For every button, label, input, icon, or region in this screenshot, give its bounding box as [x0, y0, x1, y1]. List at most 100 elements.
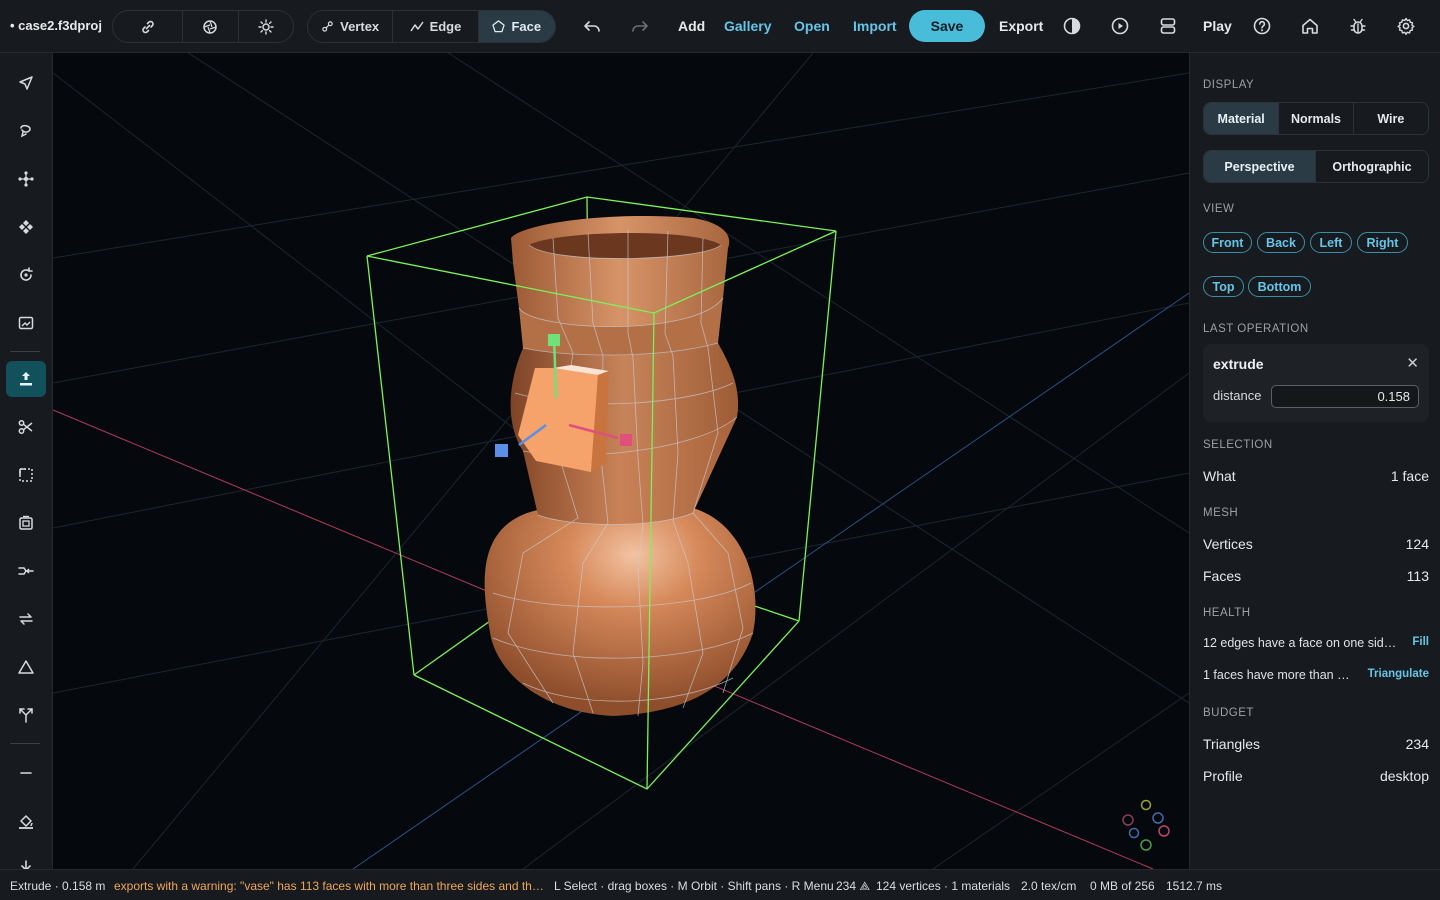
tool-uv[interactable]: [6, 305, 46, 341]
redo-button[interactable]: [629, 15, 651, 37]
display-wire[interactable]: Wire: [1354, 103, 1428, 134]
tool-rotate[interactable]: [6, 257, 46, 293]
status-warning[interactable]: exports with a warning: "vase" has 113 f…: [114, 879, 544, 893]
minus-icon: [20, 772, 32, 774]
tool-extrude[interactable]: [6, 361, 46, 397]
faces-value: 113: [1406, 568, 1429, 584]
tool-scale[interactable]: [6, 209, 46, 245]
link-tool-button[interactable]: [113, 11, 184, 42]
mesh-heading: MESH: [1203, 507, 1239, 519]
swap-icon: [19, 613, 33, 625]
open-button[interactable]: Open: [794, 18, 830, 34]
inset-icon: [19, 468, 33, 482]
paint-bucket-icon: [19, 815, 33, 829]
export-button[interactable]: Export: [999, 18, 1043, 34]
view-right[interactable]: Right: [1357, 232, 1408, 253]
selection-heading: SELECTION: [1203, 439, 1273, 451]
mode-vertex[interactable]: Vertex: [308, 11, 394, 42]
download-icon: [21, 860, 31, 869]
view-top[interactable]: Top: [1203, 276, 1244, 297]
display-material[interactable]: Material: [1204, 103, 1280, 134]
settings-button[interactable]: [1395, 15, 1417, 37]
play-button[interactable]: Play: [1203, 18, 1232, 34]
import-button[interactable]: Import: [853, 18, 897, 34]
health-message: 12 edges have a face on one side only: [1203, 636, 1398, 650]
tool-inset[interactable]: [6, 457, 46, 493]
last-operation-heading: LAST OPERATION: [1203, 323, 1309, 335]
view-front[interactable]: Front: [1203, 232, 1252, 253]
status-triangles: 234 ⟁: [836, 879, 871, 893]
mode-edge[interactable]: Edge: [393, 11, 479, 42]
tool-bevel[interactable]: [6, 505, 46, 541]
bug-icon: [1350, 18, 1366, 34]
tool-bridge[interactable]: [6, 601, 46, 637]
status-hints: L Select · drag boxes · M Orbit · Shift …: [554, 879, 834, 893]
undo-button[interactable]: [581, 15, 603, 37]
view-bottom[interactable]: Bottom: [1248, 276, 1311, 297]
add-button[interactable]: Add: [678, 18, 705, 34]
view-back[interactable]: Back: [1257, 232, 1305, 253]
gizmo-z-handle[interactable]: [495, 444, 508, 457]
tool-import[interactable]: [6, 849, 46, 869]
sun-icon: [258, 18, 274, 35]
help-button[interactable]: [1251, 15, 1273, 37]
layout-button[interactable]: [1157, 15, 1179, 37]
mode-label: Face: [511, 19, 542, 34]
3d-viewport[interactable]: [53, 53, 1189, 869]
gizmo-y-handle[interactable]: [548, 334, 560, 346]
scale-icon: [19, 220, 33, 234]
triangles-value: 234: [1405, 736, 1429, 752]
selection-label: What: [1203, 468, 1236, 484]
triangles-label: Triangles: [1203, 736, 1261, 752]
tool-collapse[interactable]: [6, 755, 46, 791]
profile-value[interactable]: desktop: [1380, 768, 1429, 784]
play-preview-button[interactable]: [1109, 15, 1131, 37]
aperture-tool-button[interactable]: [183, 11, 239, 42]
project-name[interactable]: • case2.f3dproj: [10, 18, 102, 33]
mode-face[interactable]: Face: [478, 11, 555, 42]
selection-value: 1 face: [1390, 468, 1429, 484]
health-message: 1 faces have more than four sides: [1203, 668, 1353, 682]
debug-button[interactable]: [1347, 15, 1369, 37]
close-icon[interactable]: ✕: [1406, 354, 1419, 372]
faces-label: Faces: [1203, 568, 1242, 584]
layout-icon: [1160, 18, 1176, 34]
tool-split[interactable]: [6, 697, 46, 733]
mode-label: Vertex: [340, 19, 380, 34]
tool-move[interactable]: [6, 161, 46, 197]
vase-mesh: [484, 215, 756, 717]
undo-icon: [584, 21, 600, 32]
rotate-icon: [20, 267, 33, 281]
profile-label: Profile: [1203, 768, 1243, 784]
fill-button[interactable]: Fill: [1412, 636, 1429, 648]
status-counts: 124 vertices · 1 materials: [876, 879, 1011, 893]
gallery-button[interactable]: Gallery: [724, 18, 771, 34]
tool-select[interactable]: [6, 65, 46, 101]
projection-orthographic[interactable]: Orthographic: [1316, 151, 1428, 182]
contrast-button[interactable]: [1061, 15, 1083, 37]
gizmo-x-handle[interactable]: [620, 434, 632, 446]
tool-triangulate[interactable]: [6, 649, 46, 685]
last-operation-card: extrude ✕ distance: [1203, 344, 1429, 422]
projection-perspective[interactable]: Perspective: [1204, 151, 1316, 182]
save-button[interactable]: Save: [909, 10, 985, 42]
tool-lasso[interactable]: [6, 113, 46, 149]
tool-paint[interactable]: [6, 803, 46, 839]
distance-input[interactable]: [1271, 385, 1419, 408]
scene-canvas[interactable]: [53, 53, 1189, 869]
view-left[interactable]: Left: [1310, 232, 1352, 253]
tool-group: [112, 10, 294, 43]
home-button[interactable]: [1299, 15, 1321, 37]
display-mode-control: Material Normals Wire: [1203, 102, 1429, 135]
edge-icon: [409, 21, 424, 31]
tool-knife[interactable]: [6, 409, 46, 445]
mode-label: Edge: [429, 19, 462, 34]
axis-orientation-widget[interactable]: [1122, 799, 1170, 851]
light-tool-button[interactable]: [239, 11, 293, 42]
tool-merge[interactable]: [6, 553, 46, 589]
bevel-icon: [19, 515, 33, 530]
vertex-icon: [322, 21, 333, 32]
display-normals[interactable]: Normals: [1279, 103, 1354, 134]
triangulate-button[interactable]: Triangulate: [1368, 668, 1429, 680]
operation-name: extrude: [1213, 356, 1264, 372]
